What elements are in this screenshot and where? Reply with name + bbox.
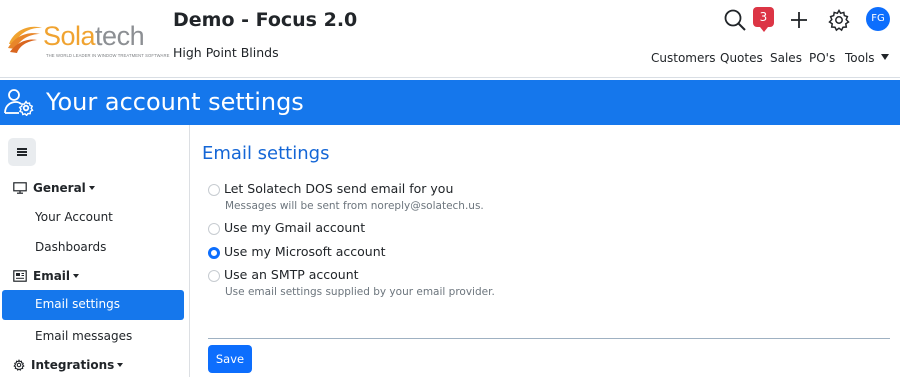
logo-tagline: THE WORLD LEADER IN WINDOW TREATMENT SOF… [46, 53, 170, 58]
sidebar-item-dashboards[interactable]: Dashboards [35, 240, 106, 254]
sidebar-item-email-settings[interactable]: Email settings [2, 290, 184, 320]
triangle-down-icon [73, 274, 80, 278]
sidebar-section-general[interactable]: General [13, 181, 95, 195]
gear-icon [13, 359, 25, 371]
sidebar-section-integrations-label: Integrations [31, 358, 115, 372]
sidebar-section-email[interactable]: Email [13, 269, 80, 283]
sidebar-section-email-label: Email [33, 269, 71, 283]
sidebar-item-email-settings-label: Email settings [35, 297, 120, 311]
page-title: Your account settings [46, 88, 304, 116]
nav-quotes[interactable]: Quotes [720, 51, 763, 65]
monitor-icon [13, 182, 27, 194]
option-hint: Messages will be sent from noreply@solat… [225, 200, 484, 212]
radio-microsoft[interactable] [208, 247, 220, 259]
hamburger-icon [17, 148, 27, 150]
company-name: High Point Blinds [173, 45, 279, 60]
option-label: Use my Gmail account [224, 220, 366, 235]
sidebar-item-your-account[interactable]: Your Account [35, 210, 113, 224]
nav-sales[interactable]: Sales [770, 51, 802, 65]
swoosh-logo-icon [8, 26, 42, 53]
option-label: Let Solatech DOS send email for you [224, 181, 454, 196]
save-button[interactable]: Save [208, 345, 252, 373]
nav-tools[interactable]: Tools [845, 51, 889, 65]
sidebar-section-general-label: General [33, 181, 86, 195]
radio-smtp[interactable] [208, 270, 220, 282]
triangle-down-icon [88, 186, 95, 190]
sidebar-toggle-button[interactable] [8, 138, 36, 166]
nav-pos[interactable]: PO's [809, 51, 835, 65]
option-label: Use my Microsoft account [224, 244, 386, 259]
solatech-logo[interactable]: Solatech THE WORLD LEADER IN WINDOW TREA… [6, 20, 169, 60]
logo-wordmark: Solatech [43, 21, 145, 51]
notification-badge[interactable]: 3 [753, 7, 774, 32]
radio-gmail[interactable] [208, 223, 220, 235]
plus-icon[interactable] [787, 8, 811, 32]
radio-solatech-dos[interactable] [208, 184, 220, 196]
user-settings-icon [4, 89, 34, 116]
section-title: Email settings [202, 143, 330, 164]
nav-tools-label: Tools [845, 51, 875, 65]
sidebar: General Your Account Dashboards Email Em… [0, 125, 190, 377]
triangle-down-icon [117, 363, 124, 367]
nav-customers[interactable]: Customers [651, 51, 716, 65]
caret-down-icon [880, 54, 889, 60]
divider [208, 338, 890, 339]
app-title: Demo - Focus 2.0 [173, 9, 358, 31]
newspaper-icon [13, 270, 27, 282]
gear-icon[interactable] [827, 8, 851, 32]
top-header: Solatech THE WORLD LEADER IN WINDOW TREA… [0, 0, 900, 78]
page-banner: Your account settings [0, 80, 900, 125]
option-label: Use an SMTP account [224, 267, 359, 282]
user-avatar[interactable]: FG [866, 7, 890, 31]
search-icon[interactable] [723, 8, 747, 32]
option-hint: Use email settings supplied by your emai… [225, 286, 495, 298]
sidebar-item-email-messages[interactable]: Email messages [35, 329, 132, 343]
logo-word-tech: tech [95, 21, 145, 51]
sidebar-section-integrations[interactable]: Integrations [13, 358, 124, 372]
logo-word-sola: Sola [43, 21, 96, 51]
